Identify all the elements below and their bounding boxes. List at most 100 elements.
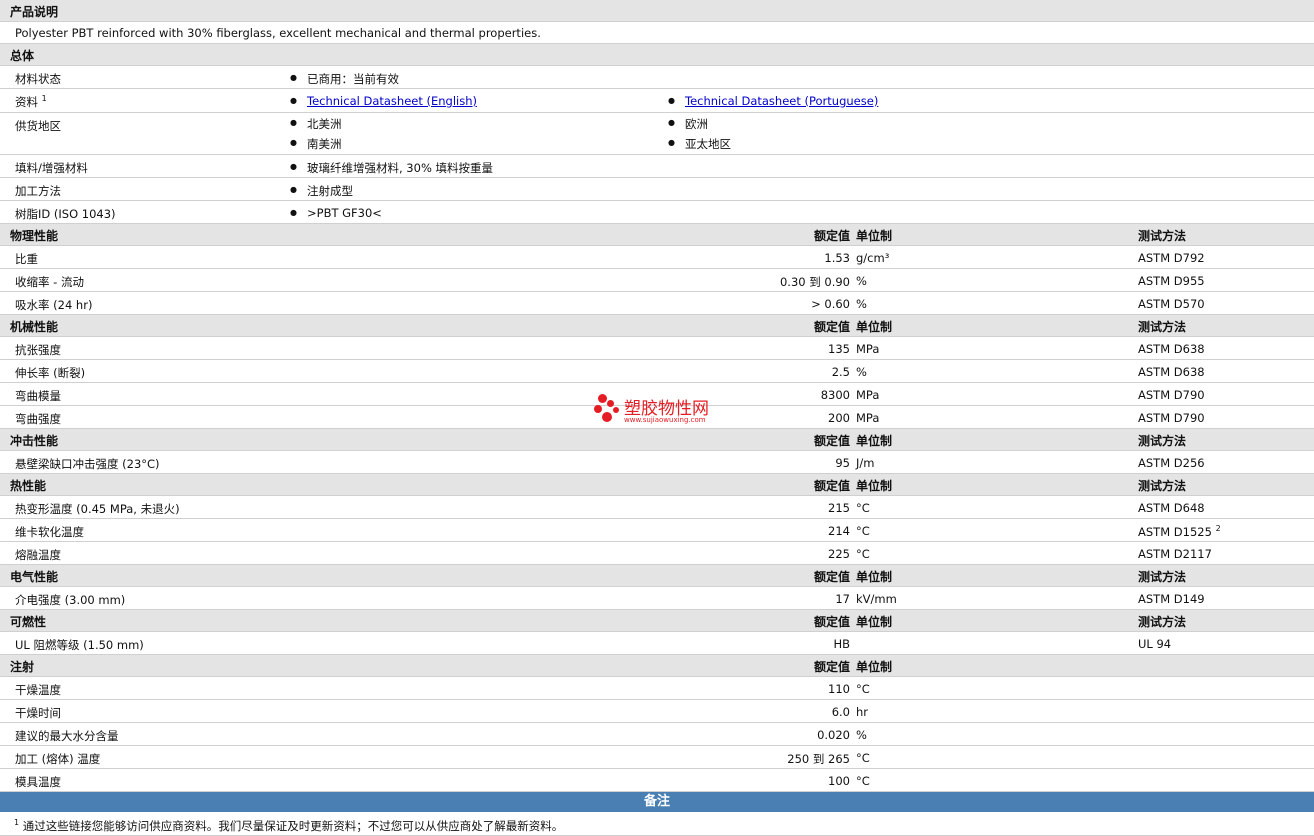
- property-label: 伸长率 (断裂): [15, 366, 86, 380]
- property-label: UL 阻燃等级 (1.50 mm): [15, 638, 144, 652]
- region-item: 北美洲: [290, 116, 341, 132]
- property-method: ASTM D256: [1138, 456, 1205, 470]
- property-row: 模具温度 100 °C: [0, 769, 1314, 792]
- property-value: 2.5: [831, 365, 850, 379]
- unit-header: 单位制: [856, 229, 893, 243]
- note-text: 1 通过这些链接您能够访问供应商资料。我们尽量保证及时更新资料；不过您可以从供应…: [14, 818, 564, 833]
- value-header: 额定值: [813, 479, 850, 493]
- property-row: 吸水率 (24 hr) > 0.60% ASTM D570: [0, 292, 1314, 315]
- property-method: ASTM D955: [1138, 274, 1205, 288]
- property-label: 干燥时间: [15, 706, 61, 720]
- electrical-header: 电气性能 额定值 单位制 测试方法: [0, 565, 1314, 587]
- filler-label: 填料/增强材料: [15, 161, 88, 175]
- region-item: 欧洲: [668, 116, 708, 132]
- property-unit: °C: [856, 682, 870, 696]
- section-title: 注射: [10, 660, 35, 674]
- property-value: 214: [828, 524, 850, 538]
- section-title: 电气性能: [10, 570, 59, 584]
- section-title: 热性能: [10, 479, 47, 493]
- property-row: 维卡软化温度 214 °C ASTM D1525 2: [0, 519, 1314, 542]
- property-label: 抗张强度: [15, 343, 61, 357]
- region-label: 供货地区: [15, 119, 61, 133]
- unit-header: 单位制: [856, 434, 893, 448]
- resin-row: 树脂ID (ISO 1043) >PBT GF30<: [0, 201, 1314, 224]
- property-method: ASTM D2117: [1138, 547, 1212, 561]
- method-header: 测试方法: [1138, 434, 1187, 448]
- property-unit: °C: [856, 501, 870, 515]
- process-row: 加工方法 注射成型: [0, 178, 1314, 201]
- property-row: 收缩率 - 流动 0.30 到 0.90% ASTM D955: [0, 269, 1314, 292]
- property-row: 熔融温度 225 °C ASTM D2117: [0, 542, 1314, 565]
- impact-header: 冲击性能 额定值 单位制 测试方法: [0, 429, 1314, 451]
- method-header: 测试方法: [1138, 320, 1187, 334]
- section-title: 机械性能: [10, 320, 59, 334]
- note-row: 1 通过这些链接您能够访问供应商资料。我们尽量保证及时更新资料；不过您可以从供应…: [0, 812, 1314, 836]
- property-unit: MPa: [856, 342, 880, 356]
- property-value: > 0.60: [811, 297, 850, 311]
- process-label: 加工方法: [15, 184, 61, 198]
- unit-header: 单位制: [856, 320, 893, 334]
- description-header: 产品说明: [0, 0, 1314, 22]
- property-method: ASTM D792: [1138, 251, 1205, 265]
- section-title: 总体: [10, 49, 35, 63]
- section-title: 可燃性: [10, 615, 47, 629]
- property-label: 维卡软化温度: [15, 525, 84, 539]
- property-row: 干燥时间 6.0 hr: [0, 700, 1314, 723]
- property-value: 1.53: [824, 251, 850, 265]
- filler-row: 填料/增强材料 玻璃纤维增强材料, 30% 填料按重量: [0, 155, 1314, 178]
- property-method: ASTM D790: [1138, 411, 1205, 425]
- property-label: 悬壁梁缺口冲击强度 (23°C): [15, 457, 160, 471]
- property-value: 100: [828, 774, 850, 788]
- unit-header: 单位制: [856, 660, 893, 674]
- property-unit: %: [856, 728, 867, 742]
- property-row: 悬壁梁缺口冲击强度 (23°C) 95 J/m ASTM D256: [0, 451, 1314, 474]
- property-label: 吸水率 (24 hr): [15, 298, 93, 312]
- property-unit: MPa: [856, 388, 880, 402]
- filler-value: 玻璃纤维增强材料, 30% 填料按重量: [290, 160, 493, 176]
- section-title: 物理性能: [10, 229, 59, 243]
- property-row: 热变形温度 (0.45 MPa, 未退火) 215 °C ASTM D648: [0, 496, 1314, 519]
- property-unit: %: [856, 274, 867, 288]
- unit-header: 单位制: [856, 570, 893, 584]
- method-header: 测试方法: [1138, 615, 1187, 629]
- method-header: 测试方法: [1138, 229, 1187, 243]
- property-label: 干燥温度: [15, 683, 61, 697]
- section-title: 产品说明: [10, 5, 59, 19]
- property-method: UL 94: [1138, 637, 1172, 651]
- status-value: 已商用：当前有效: [290, 71, 399, 87]
- property-row: 介电强度 (3.00 mm) 17 kV/mm ASTM D149: [0, 587, 1314, 610]
- watermark-url: www.sujiaowuxing.com: [624, 416, 706, 424]
- property-method: ASTM D638: [1138, 342, 1205, 356]
- doc-portuguese-link[interactable]: Technical Datasheet (Portuguese): [668, 94, 878, 108]
- property-label: 弯曲强度: [15, 412, 61, 426]
- section-title: 冲击性能: [10, 434, 59, 448]
- process-value: 注射成型: [290, 183, 353, 199]
- physical-header: 物理性能 额定值 单位制 测试方法: [0, 224, 1314, 246]
- property-row: 抗张强度 135 MPa ASTM D638: [0, 337, 1314, 360]
- property-label: 建议的最大水分含量: [15, 729, 119, 743]
- property-label: 收缩率 - 流动: [15, 275, 84, 289]
- property-value: 225: [828, 547, 850, 561]
- description-text: Polyester PBT reinforced with 30% fiberg…: [15, 26, 541, 40]
- property-value: HB: [833, 637, 850, 651]
- property-unit: MPa: [856, 411, 880, 425]
- watermark-logo: 塑胶物性网 www.sujiaowuxing.com: [594, 392, 734, 428]
- property-unit: °C: [856, 547, 870, 561]
- general-header: 总体: [0, 44, 1314, 66]
- property-unit: °C: [856, 751, 870, 765]
- doc-english-link[interactable]: Technical Datasheet (English): [290, 94, 477, 108]
- property-unit: J/m: [856, 456, 875, 470]
- property-label: 弯曲模量: [15, 389, 61, 403]
- region-row: 供货地区 北美洲 欧洲 南美洲 亚太地区: [0, 113, 1314, 155]
- value-header: 额定值: [813, 229, 850, 243]
- property-unit: %: [856, 365, 867, 379]
- property-value: 0.30 到 0.90: [779, 275, 850, 289]
- property-unit: °C: [856, 524, 870, 538]
- resin-label: 树脂ID (ISO 1043): [15, 207, 116, 221]
- region-item: 南美洲: [290, 136, 341, 152]
- docs-row: 资料 1 Technical Datasheet (English) Techn…: [0, 89, 1314, 113]
- property-value: 8300: [820, 388, 850, 402]
- value-header: 额定值: [813, 660, 850, 674]
- property-value: 17: [835, 592, 850, 606]
- property-value: 95: [835, 456, 850, 470]
